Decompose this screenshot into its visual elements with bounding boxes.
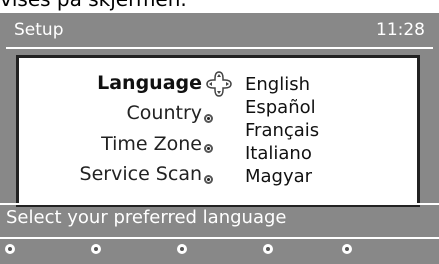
language-option-magyar[interactable]: Magyar xyxy=(245,166,312,187)
tv-setup-screen: Setup 11:28 Language Country Time Zone S… xyxy=(0,13,439,264)
color-key-icon[interactable] xyxy=(91,244,101,254)
menu-item-language[interactable]: Language xyxy=(97,72,202,94)
language-option-italiano[interactable]: Italiano xyxy=(245,143,312,164)
menu-item-country[interactable]: Country xyxy=(127,102,202,124)
color-key-icon[interactable] xyxy=(177,244,187,254)
help-text: Select your preferred language xyxy=(6,207,287,228)
menu-panel: Language Country Time Zone Service Scan … xyxy=(16,55,420,207)
bullet-icon xyxy=(204,144,213,153)
bullet-icon xyxy=(204,114,213,123)
clock: 11:28 xyxy=(376,20,425,40)
menu-item-time-zone[interactable]: Time Zone xyxy=(101,133,202,155)
menu-item-service-scan[interactable]: Service Scan xyxy=(80,163,202,185)
footer-divider xyxy=(0,237,439,239)
language-option-espanol[interactable]: Español xyxy=(245,97,316,118)
bullet-icon xyxy=(204,175,213,184)
title-divider xyxy=(6,47,433,49)
screen-title: Setup xyxy=(14,20,64,40)
language-option-english[interactable]: English xyxy=(245,74,310,95)
color-key-icon[interactable] xyxy=(263,244,273,254)
navigation-cursor-icon xyxy=(206,71,232,97)
help-divider xyxy=(0,203,439,205)
page-caption: vises på skjermen. xyxy=(0,0,187,11)
title-bar: Setup 11:28 xyxy=(0,13,439,49)
color-key-icon[interactable] xyxy=(342,244,352,254)
language-option-francais[interactable]: Français xyxy=(245,120,319,141)
color-key-icon[interactable] xyxy=(5,244,15,254)
